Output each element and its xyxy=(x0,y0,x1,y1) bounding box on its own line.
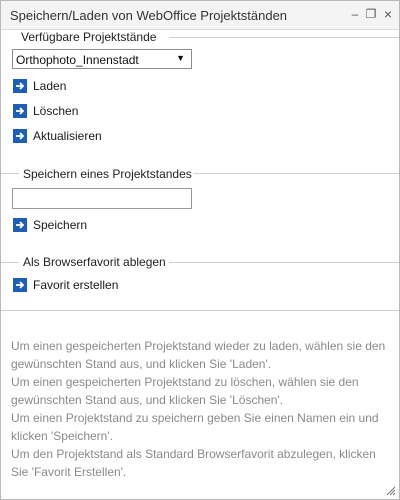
create-favorite-label: Favorit erstellen xyxy=(33,278,119,292)
load-button[interactable]: Laden xyxy=(13,77,66,95)
arrow-right-icon xyxy=(13,79,27,93)
arrow-right-icon xyxy=(13,218,27,232)
dialog-window: Speichern/Laden von WebOffice Projektstä… xyxy=(0,0,400,500)
delete-button[interactable]: Löschen xyxy=(13,102,78,120)
help-paragraph: Um einen Projektstand zu speichern geben… xyxy=(11,411,379,443)
resize-grip-icon[interactable] xyxy=(386,486,396,496)
help-paragraph: Um einen gespeicherten Projektstand zu l… xyxy=(11,375,359,407)
refresh-label: Aktualisieren xyxy=(33,129,102,143)
window-title: Speichern/Laden von WebOffice Projektstä… xyxy=(10,8,288,23)
section-title-favorite: Als Browserfavorit ablegen xyxy=(21,255,168,269)
title-bar[interactable]: Speichern/Laden von WebOffice Projektstä… xyxy=(1,1,399,30)
close-icon[interactable]: × xyxy=(381,7,395,21)
section-divider xyxy=(169,37,399,38)
section-title-save: Speichern eines Projektstandes xyxy=(21,167,194,181)
help-text: Um einen gespeicherten Projektstand wied… xyxy=(11,337,391,481)
help-paragraph: Um den Projektstand als Standard Browser… xyxy=(11,447,376,479)
save-label: Speichern xyxy=(33,218,88,232)
select-value: Orthophoto_Innenstadt xyxy=(16,53,139,67)
refresh-button[interactable]: Aktualisieren xyxy=(13,127,102,145)
section-divider xyxy=(1,310,399,311)
delete-label: Löschen xyxy=(33,104,79,118)
section-divider xyxy=(193,173,399,174)
project-name-input[interactable] xyxy=(12,188,192,209)
section-title-available: Verfügbare Projektstände xyxy=(19,30,159,44)
load-label: Laden xyxy=(33,79,67,93)
section-divider xyxy=(1,262,19,263)
restore-icon[interactable]: ❐ xyxy=(364,7,378,21)
minimize-icon[interactable]: – xyxy=(348,7,362,21)
section-divider xyxy=(169,262,399,263)
chevron-down-icon[interactable]: ▼ xyxy=(176,53,185,63)
arrow-right-icon xyxy=(13,129,27,143)
arrow-right-icon xyxy=(13,278,27,292)
help-paragraph: Um einen gespeicherten Projektstand wied… xyxy=(11,339,386,371)
arrow-right-icon xyxy=(13,104,27,118)
create-favorite-button[interactable]: Favorit erstellen xyxy=(13,276,118,294)
save-button[interactable]: Speichern xyxy=(13,216,87,234)
section-divider xyxy=(1,173,19,174)
project-state-select[interactable]: Orthophoto_Innenstadt ▼ xyxy=(12,49,192,69)
